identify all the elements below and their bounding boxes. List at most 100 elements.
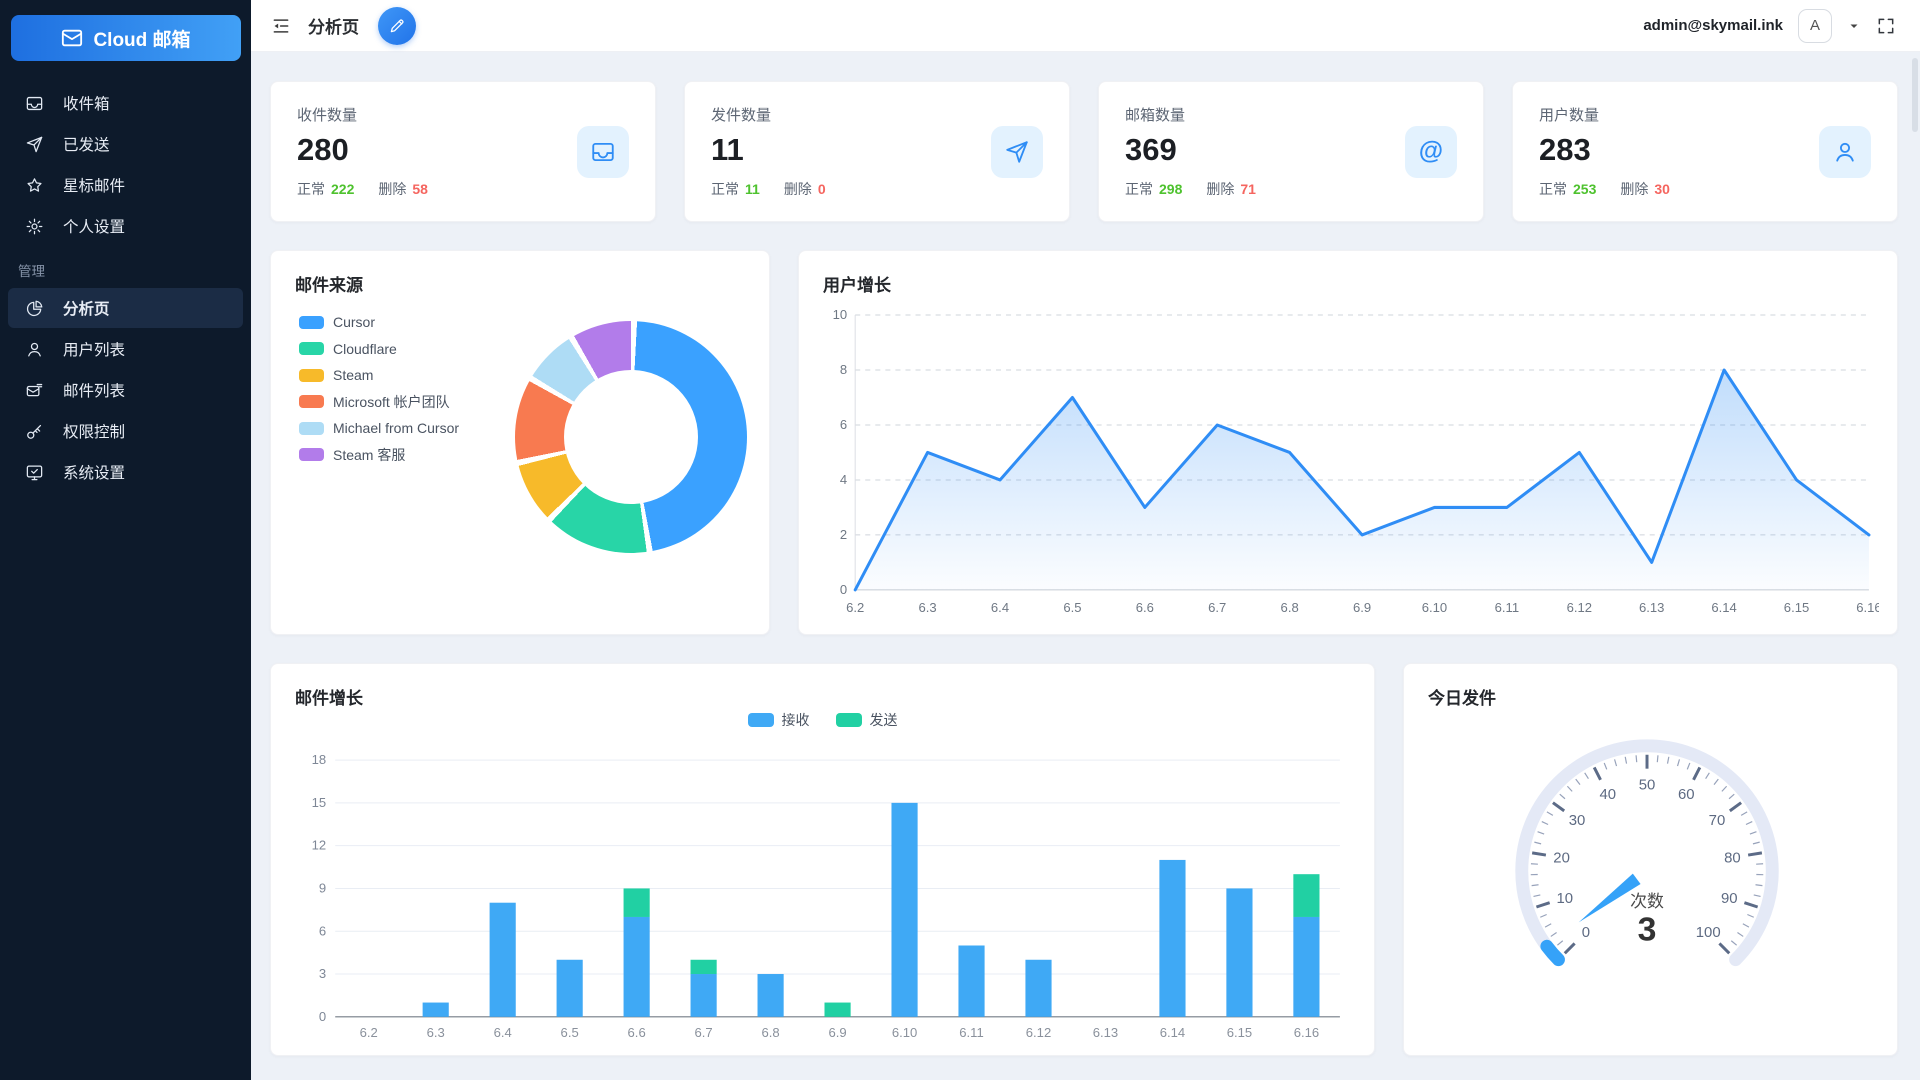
pie-legend-item[interactable]: Michael from Cursor (299, 415, 459, 442)
edit-button[interactable] (378, 7, 416, 45)
page-title: 分析页 (308, 13, 359, 38)
sidebar-item-starred[interactable]: 星标邮件 (8, 165, 243, 205)
legend-swatch (299, 369, 324, 382)
stat-value: 369 (1125, 132, 1256, 168)
stats-row: 收件数量 280 正常 222 删除 58 (270, 81, 1898, 222)
normal-label: 正常 (1539, 179, 1567, 199)
stat-value: 11 (711, 132, 826, 168)
card-title: 用户增长 (823, 271, 1873, 296)
sidebar-item-perms[interactable]: 权限控制 (8, 411, 243, 451)
svg-text:6.10: 6.10 (1422, 600, 1447, 615)
svg-text:6.3: 6.3 (427, 1025, 445, 1040)
svg-text:0: 0 (319, 1009, 326, 1024)
mail-sources-card: 邮件来源 CursorCloudflareSteamMicrosoft 帐户团队… (270, 250, 770, 635)
svg-text:6.13: 6.13 (1639, 600, 1664, 615)
user-growth-area-chart: 02468106.26.36.46.56.66.76.86.96.106.116… (823, 303, 1879, 624)
svg-text:6.4: 6.4 (494, 1025, 512, 1040)
svg-text:2: 2 (840, 527, 847, 542)
svg-text:6.10: 6.10 (892, 1025, 917, 1040)
fullscreen-icon[interactable] (1876, 16, 1896, 36)
normal-value: 298 (1159, 181, 1182, 197)
stat-label: 邮箱数量 (1125, 104, 1256, 125)
mail-sources-donut-chart (515, 321, 747, 553)
stat-card-users: 用户数量 283 正常 253 删除 30 (1512, 81, 1898, 222)
normal-value: 222 (331, 181, 354, 197)
monitor-icon (25, 463, 44, 482)
today-sent-card: 今日发件 0102030405060708090100次数3 (1403, 663, 1898, 1056)
stat-value: 280 (297, 132, 428, 168)
sidebar-item-label: 权限控制 (63, 420, 125, 442)
key-icon (25, 422, 44, 441)
svg-text:6.14: 6.14 (1160, 1025, 1185, 1040)
gear-icon (25, 217, 44, 236)
pie-legend-item[interactable]: Steam 客服 (299, 442, 459, 469)
sidebar-item-label: 收件箱 (63, 92, 110, 114)
pie-legend-item[interactable]: Cloudflare (299, 336, 459, 363)
sidebar-item-profile[interactable]: 个人设置 (8, 206, 243, 246)
normal-label: 正常 (297, 179, 325, 199)
stat-sub: 正常 222 删除 58 (297, 179, 428, 199)
chevron-down-icon[interactable] (1847, 19, 1861, 33)
svg-text:6.15: 6.15 (1784, 600, 1809, 615)
deleted-value: 58 (412, 181, 428, 197)
svg-text:6.15: 6.15 (1227, 1025, 1252, 1040)
deleted-label: 删除 (1206, 179, 1234, 199)
svg-text:6.8: 6.8 (762, 1025, 780, 1040)
stat-card-mailboxes: 邮箱数量 369 正常 298 删除 71 @ (1098, 81, 1484, 222)
normal-value: 253 (1573, 181, 1596, 197)
sidebar-item-label: 用户列表 (63, 338, 125, 360)
scrollbar-thumb[interactable] (1912, 58, 1918, 132)
svg-text:6.3: 6.3 (919, 600, 937, 615)
mail-growth-card: 邮件增长 接收 发送 03691215186.26.36.46.56.66.76… (270, 663, 1375, 1056)
top-header: 分析页 admin@skymail.ink A (251, 0, 1920, 52)
mail-icon (61, 27, 83, 49)
pie-legend-item[interactable]: Cursor (299, 309, 459, 336)
svg-text:6.16: 6.16 (1856, 600, 1879, 615)
main-area: 分析页 admin@skymail.ink A 收件数量 280 (251, 0, 1920, 1080)
svg-text:8: 8 (840, 362, 847, 377)
stat-value: 283 (1539, 132, 1670, 168)
stat-label: 用户数量 (1539, 104, 1670, 125)
sidebar-item-sent[interactable]: 已发送 (8, 124, 243, 164)
legend-item-receive[interactable]: 接收 (748, 710, 810, 730)
svg-text:6: 6 (840, 417, 847, 432)
user-icon (25, 340, 44, 359)
mail-list-icon (25, 381, 44, 400)
svg-text:6.6: 6.6 (628, 1025, 646, 1040)
legend-item-send[interactable]: 发送 (836, 710, 898, 730)
inbox-icon (25, 94, 44, 113)
pie-legend-item[interactable]: Steam (299, 362, 459, 389)
brand-logo[interactable]: Cloud 邮箱 (11, 15, 241, 61)
svg-text:60: 60 (1678, 787, 1695, 803)
sidebar-item-analytics[interactable]: 分析页 (8, 288, 243, 328)
svg-text:18: 18 (312, 752, 327, 767)
svg-text:6.13: 6.13 (1093, 1025, 1118, 1040)
user-email: admin@skymail.ink (1643, 17, 1783, 34)
deleted-value: 0 (818, 181, 826, 197)
sidebar-section-label: 管理 (0, 247, 251, 287)
sidebar: Cloud 邮箱 收件箱已发送星标邮件个人设置管理分析页用户列表邮件列表权限控制… (0, 0, 251, 1080)
legend-label: Cursor (333, 314, 375, 330)
deleted-label: 删除 (784, 179, 812, 199)
svg-text:6.5: 6.5 (561, 1025, 579, 1040)
svg-text:50: 50 (1639, 778, 1656, 794)
pie-legend-item[interactable]: Microsoft 帐户团队 (299, 389, 459, 416)
sidebar-item-system[interactable]: 系统设置 (8, 452, 243, 492)
sidebar-item-users[interactable]: 用户列表 (8, 329, 243, 369)
sidebar-item-inbox[interactable]: 收件箱 (8, 83, 243, 123)
avatar[interactable]: A (1798, 9, 1832, 43)
svg-text:70: 70 (1709, 813, 1726, 829)
mail-growth-bar-chart: 03691215186.26.36.46.56.66.76.86.96.106.… (295, 748, 1356, 1045)
today-sent-gauge-chart: 0102030405060708090100次数3 (1428, 714, 1873, 1049)
menu-fold-icon[interactable] (271, 16, 291, 36)
bar-legend: 接收 发送 (271, 710, 1374, 730)
content: 收件数量 280 正常 222 删除 58 (251, 52, 1920, 1056)
middle-row: 邮件来源 CursorCloudflareSteamMicrosoft 帐户团队… (270, 250, 1898, 635)
sidebar-item-mails[interactable]: 邮件列表 (8, 370, 243, 410)
svg-text:6: 6 (319, 923, 326, 938)
legend-label: Cloudflare (333, 341, 397, 357)
card-title: 邮件增长 (295, 684, 1350, 709)
svg-text:100: 100 (1696, 925, 1721, 941)
svg-text:15: 15 (312, 795, 327, 810)
inbox-icon (577, 126, 629, 178)
